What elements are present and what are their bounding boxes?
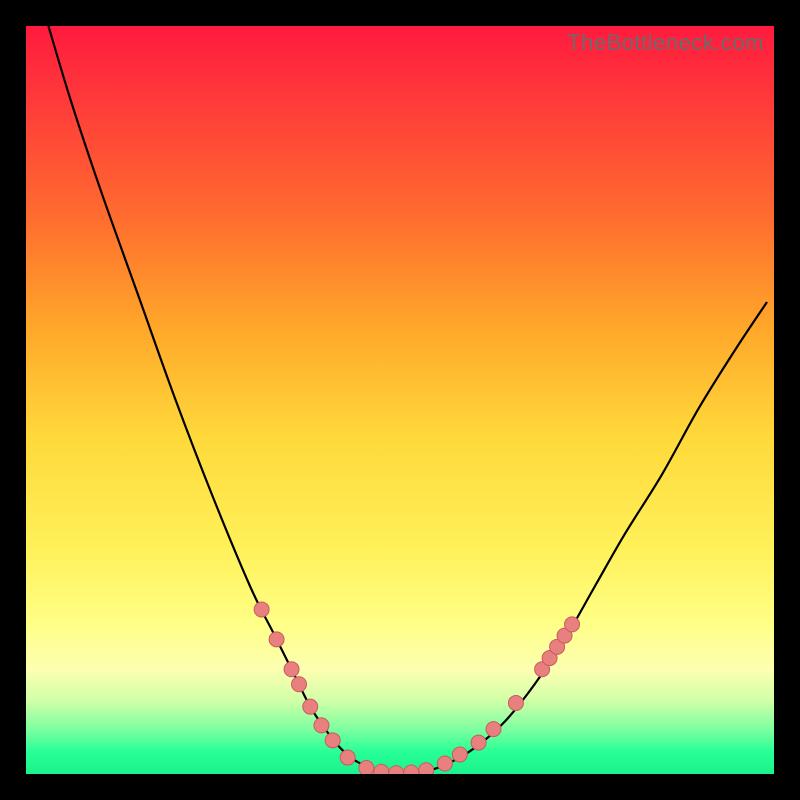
data-point [269, 632, 284, 647]
data-point [419, 763, 434, 774]
data-point [452, 747, 467, 762]
data-point [565, 617, 580, 632]
data-point [254, 602, 269, 617]
data-point [340, 750, 355, 765]
data-point [374, 764, 389, 774]
bottleneck-curve [48, 26, 766, 774]
outer-frame: TheBottleneck.com [0, 0, 800, 800]
data-point [471, 735, 486, 750]
watermark-text: TheBottleneck.com [567, 30, 764, 56]
data-point [303, 699, 318, 714]
data-point [437, 756, 452, 771]
data-point [314, 718, 329, 733]
chart-svg [26, 26, 774, 774]
data-point [404, 765, 419, 774]
data-point [389, 766, 404, 774]
data-point [359, 761, 374, 774]
data-point [284, 662, 299, 677]
data-point [325, 733, 340, 748]
plot-area: TheBottleneck.com [26, 26, 774, 774]
data-point [292, 677, 307, 692]
data-point [486, 722, 501, 737]
data-point [508, 695, 523, 710]
